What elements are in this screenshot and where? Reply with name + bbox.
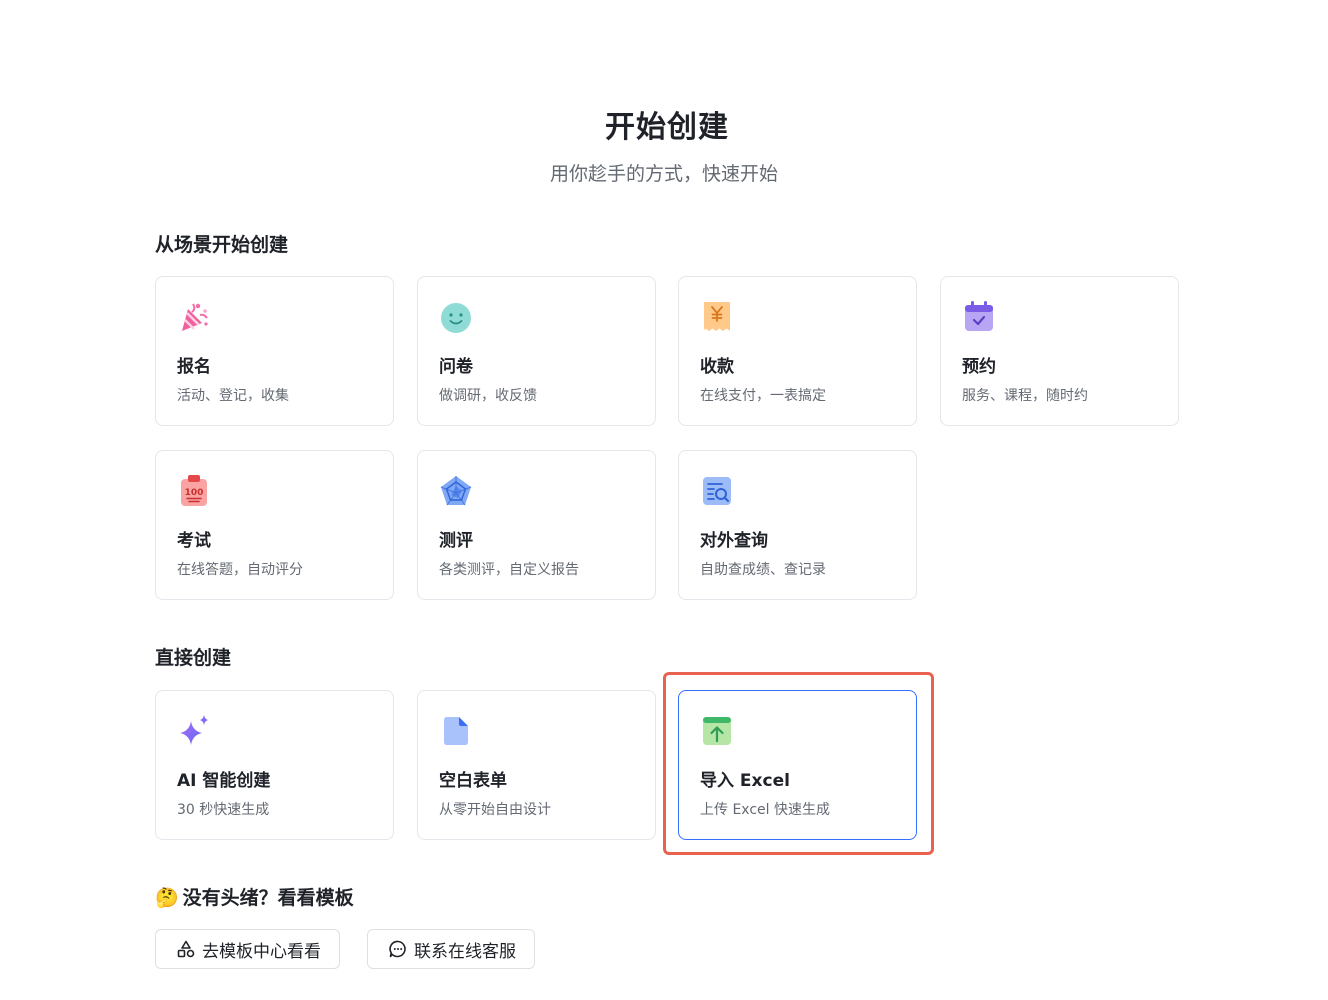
- scene-card-title: 测评: [439, 531, 473, 551]
- scene-card-desc: 在线答题，自动评分: [177, 562, 303, 578]
- radar-chart-icon: [438, 473, 474, 509]
- blank-file-icon: [438, 713, 474, 749]
- scene-card-title: 收款: [700, 357, 734, 377]
- direct-card-ai-create[interactable]: AI 智能创建 30 秒快速生成: [155, 690, 394, 840]
- shapes-icon: [176, 939, 196, 959]
- yuan-receipt-icon: [699, 299, 735, 335]
- hero: 开始创建 用你趁手的方式，快速开始: [0, 104, 1328, 188]
- direct-card-title: 导入 Excel: [700, 771, 790, 791]
- search-document-icon: [699, 473, 735, 509]
- section-title-direct: 直接创建: [155, 647, 232, 669]
- scene-card-desc: 自助查成绩、查记录: [700, 562, 826, 578]
- template-center-label: 去模板中心看看: [202, 941, 321, 962]
- section-title-templates: 🤔 没有头绪？看看模板: [155, 884, 354, 912]
- scene-card-desc: 在线支付，一表搞定: [700, 388, 826, 404]
- scene-card-title: 预约: [962, 357, 996, 377]
- direct-card-import-excel[interactable]: 导入 Excel 上传 Excel 快速生成: [678, 690, 917, 840]
- calendar-check-icon: [961, 299, 997, 335]
- scene-card-title: 报名: [177, 357, 211, 377]
- scene-card-registration[interactable]: 报名 活动、登记，收集: [155, 276, 394, 426]
- scene-card-desc: 做调研，收反馈: [439, 388, 537, 404]
- templates-title: 没有头绪？看看模板: [182, 887, 354, 909]
- upload-excel-icon: [699, 713, 735, 749]
- scene-card-booking[interactable]: 预约 服务、课程，随时约: [940, 276, 1179, 426]
- direct-card-desc: 30 秒快速生成: [177, 802, 270, 818]
- scene-card-title: 考试: [177, 531, 211, 551]
- smiley-face-icon: [438, 299, 474, 335]
- direct-card-title: AI 智能创建: [177, 771, 271, 791]
- ai-sparkle-icon: [176, 713, 212, 749]
- contact-support-label: 联系在线客服: [414, 941, 516, 962]
- direct-card-title: 空白表单: [439, 771, 507, 791]
- thinking-face-icon: 🤔: [155, 887, 179, 909]
- page-title: 开始创建: [605, 110, 729, 145]
- exam-clipboard-icon: 100: [176, 473, 212, 509]
- scene-card-exam[interactable]: 100 考试 在线答题，自动评分: [155, 450, 394, 600]
- direct-card-blank-form[interactable]: 空白表单 从零开始自由设计: [417, 690, 656, 840]
- create-page: 开始创建 用你趁手的方式，快速开始 从场景开始创建 报名 活动、登记，收集 问卷…: [0, 0, 1328, 1000]
- scene-card-assessment[interactable]: 测评 各类测评，自定义报告: [417, 450, 656, 600]
- scene-card-survey[interactable]: 问卷 做调研，收反馈: [417, 276, 656, 426]
- scene-card-title: 对外查询: [700, 531, 768, 551]
- contact-support-button[interactable]: 联系在线客服: [367, 929, 535, 969]
- scene-card-desc: 服务、课程，随时约: [962, 388, 1088, 404]
- scene-card-payment[interactable]: 收款 在线支付，一表搞定: [678, 276, 917, 426]
- svg-text:100: 100: [185, 488, 204, 498]
- scene-card-desc: 活动、登记，收集: [177, 388, 289, 404]
- template-center-button[interactable]: 去模板中心看看: [155, 929, 340, 969]
- scene-card-public-query[interactable]: 对外查询 自助查成绩、查记录: [678, 450, 917, 600]
- party-popper-icon: [176, 299, 212, 335]
- direct-card-desc: 上传 Excel 快速生成: [700, 802, 830, 818]
- scene-card-title: 问卷: [439, 357, 473, 377]
- scene-card-desc: 各类测评，自定义报告: [439, 562, 579, 578]
- page-subtitle: 用你趁手的方式，快速开始: [549, 163, 778, 185]
- section-title-scenes: 从场景开始创建: [155, 234, 289, 256]
- direct-card-desc: 从零开始自由设计: [439, 802, 551, 818]
- chat-bubble-icon: [388, 939, 408, 959]
